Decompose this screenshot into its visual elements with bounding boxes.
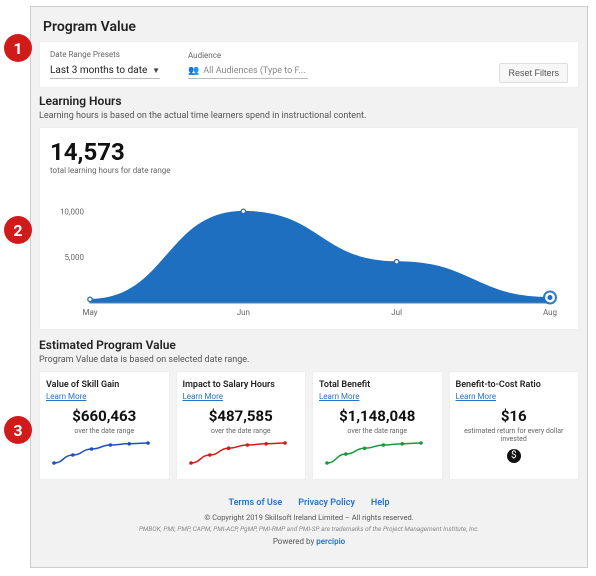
svg-text:Aug: Aug (543, 308, 557, 317)
svg-text:May: May (82, 308, 97, 317)
annotation-badge-3: 3 (4, 416, 32, 444)
card-total-benefit: Total Benefit Learn More $1,148,048 over… (312, 371, 443, 480)
audience-label: Audience (188, 51, 308, 60)
learn-more-link[interactable]: Learn More (456, 392, 573, 401)
dashboard-frame: Program Value Date Range Presets Last 3 … (30, 6, 588, 568)
card-title: Value of Skill Gain (46, 380, 163, 390)
date-preset-value: Last 3 months to date (50, 65, 147, 76)
footer-link-terms[interactable]: Terms of Use (228, 498, 282, 508)
audience-input[interactable]: 👥 All Audiences (Type to F... (188, 64, 308, 79)
footer-trademarks: PMBOK, PMI, PMP, CAPM, PMI-ACP, PgMP, PM… (31, 525, 587, 533)
card-value-skill-gain: Value of Skill Gain Learn More $660,463 … (39, 371, 170, 480)
card-subtitle: estimated return for every dollar invest… (456, 427, 573, 443)
footer-copyright: © Copyright 2019 Skillsoft Ireland Limit… (31, 513, 587, 522)
sparkline (319, 435, 429, 471)
annotation-badge-1: 1 (4, 34, 32, 62)
card-value: $487,585 (183, 407, 300, 425)
page-title: Program Value (43, 19, 575, 35)
card-title: Total Benefit (319, 380, 436, 390)
date-preset-label: Date Range Presets (50, 50, 160, 59)
brand-logo: percipio (316, 537, 345, 546)
date-preset-dropdown[interactable]: Last 3 months to date ▼ (50, 63, 160, 79)
reset-filters-button[interactable]: Reset Filters (499, 63, 568, 83)
card-subtitle: over the date range (319, 427, 436, 435)
learn-more-link[interactable]: Learn More (46, 392, 163, 401)
sparkline (46, 435, 156, 471)
est-value-subtitle: Program Value data is based on selected … (39, 355, 579, 365)
card-title: Benefit-to-Cost Ratio (456, 380, 573, 390)
kpi-cards-row: Value of Skill Gain Learn More $660,463 … (39, 371, 579, 480)
learn-more-link[interactable]: Learn More (319, 392, 436, 401)
card-title: Impact to Salary Hours (183, 380, 300, 390)
footer-powered: Powered by percipio (31, 537, 587, 546)
annotation-badge-2: 2 (4, 216, 32, 244)
learning-hours-subtitle: Learning hours is based on the actual ti… (39, 111, 579, 121)
card-impact-salary: Impact to Salary Hours Learn More $487,5… (176, 371, 307, 480)
footer: Terms of Use Privacy Policy Help © Copyr… (31, 490, 587, 546)
est-value-title: Estimated Program Value (39, 338, 579, 352)
svg-text:10,000: 10,000 (60, 207, 85, 216)
total-learning-hours: 14,573 (50, 138, 568, 166)
card-benefit-ratio: Benefit-to-Cost Ratio Learn More $16 est… (449, 371, 580, 480)
card-subtitle: over the date range (183, 427, 300, 435)
learning-hours-title: Learning Hours (39, 94, 579, 108)
filter-panel: Date Range Presets Last 3 months to date… (39, 41, 579, 88)
learning-hours-card: 14,573 total learning hours for date ran… (39, 127, 579, 330)
svg-text:Jul: Jul (391, 308, 402, 317)
learn-more-link[interactable]: Learn More (183, 392, 300, 401)
sparkline (183, 435, 293, 471)
card-value: $16 (456, 407, 573, 425)
people-icon: 👥 (188, 66, 199, 76)
footer-link-privacy[interactable]: Privacy Policy (298, 498, 355, 508)
chevron-down-icon: ▼ (152, 66, 160, 75)
svg-text:5,000: 5,000 (64, 253, 84, 262)
card-value: $1,148,048 (319, 407, 436, 425)
footer-link-help[interactable]: Help (371, 498, 390, 508)
svg-text:Jun: Jun (237, 308, 250, 317)
audience-placeholder: All Audiences (Type to F... (203, 66, 305, 76)
total-learning-hours-label: total learning hours for date range (50, 166, 568, 175)
card-value: $660,463 (46, 407, 163, 425)
card-subtitle: over the date range (46, 427, 163, 435)
dollar-icon: $ (507, 449, 521, 463)
learning-hours-chart: 5,000 10,000 May Jun Jul Aug (50, 175, 560, 325)
